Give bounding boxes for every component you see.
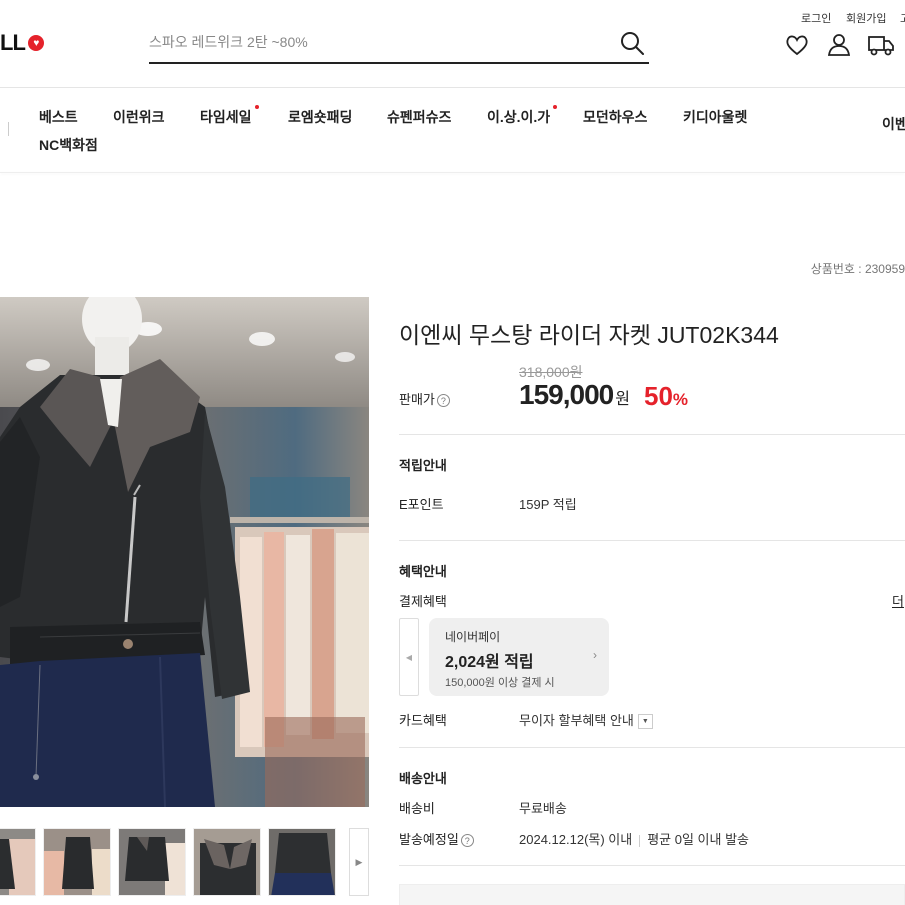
benefit-prev-button[interactable]: ◀: [399, 618, 419, 696]
help-icon[interactable]: ?: [460, 834, 474, 848]
sale-price: 159,000 원: [519, 379, 630, 411]
thumbnail-next-button[interactable]: ▶: [349, 828, 369, 896]
sale-price-value: 159,000: [519, 379, 614, 410]
benefit-section-title: 혜택안내: [399, 564, 447, 579]
header-divider: [0, 87, 905, 88]
thumbnail-image: [0, 829, 35, 895]
price-label-text: 판매가: [399, 392, 435, 407]
gnb-label: 키디아울렛: [683, 109, 748, 125]
gnb-event-link[interactable]: 이벤: [882, 114, 905, 134]
chevron-right-icon: ›: [593, 648, 597, 662]
separator: [639, 834, 641, 847]
gnb-item-eland-week[interactable]: 이런위크: [113, 107, 165, 127]
delivery-fee-value: 무료배송: [519, 801, 567, 816]
thumbnail-image: [194, 829, 260, 895]
gnb-item-kidi-outlet[interactable]: 키디아울렛: [683, 107, 747, 127]
gnb-label: 이.상.이.가: [487, 109, 551, 125]
discount-value: 50: [644, 381, 673, 411]
heart-icon[interactable]: [784, 32, 810, 58]
new-dot: [254, 105, 259, 109]
user-icon[interactable]: [826, 32, 852, 58]
logo-heart-icon: ♥: [27, 35, 44, 51]
card-benefit-value: 무이자 할부혜택 안내: [519, 713, 634, 728]
gnb-divider: [8, 122, 9, 136]
gnb-item-timesale[interactable]: 타임세일: [200, 105, 259, 127]
ship-date-label-text: 발송예정일: [399, 832, 459, 847]
thumbnail-4[interactable]: [193, 828, 261, 896]
ship-date-value: 2024.12.12(목) 이내 평균 0일 이내 발송: [519, 829, 749, 848]
thumbnail-1[interactable]: [0, 828, 36, 896]
help-icon[interactable]: ?: [436, 394, 450, 408]
naverpay-benefit-card[interactable]: 네이버페이 2,024원 적립 150,000원 이상 결제 시 ›: [429, 618, 609, 696]
option-select-box[interactable]: [399, 884, 905, 905]
thumbnail-image: [44, 829, 110, 895]
search-icon[interactable]: [619, 30, 645, 56]
gnb-item-isangiga[interactable]: 이.상.이.가: [487, 105, 558, 127]
login-link[interactable]: 로그인: [801, 10, 831, 26]
gnb-label: 이런위크: [113, 109, 165, 125]
epoint-value-text: 159P 적립: [519, 497, 577, 512]
gnb-bottom-border: [0, 172, 905, 173]
price-unit: 원: [615, 391, 630, 408]
section-divider: [399, 865, 905, 866]
gnb-label: 베스트: [39, 109, 78, 125]
price-label: 판매가?: [399, 389, 450, 408]
delivery-truck-icon[interactable]: [868, 32, 894, 58]
ship-average-text: 평균 0일 이내 발송: [647, 832, 750, 847]
jacket-photo: [0, 297, 369, 807]
site-logo[interactable]: LL ♥: [0, 30, 44, 56]
card-benefit-label: 카드혜택: [399, 713, 447, 728]
gnb-item-roem-padding[interactable]: 로엠숏패딩: [288, 107, 352, 127]
thumbnail-3[interactable]: [118, 828, 186, 896]
signup-link[interactable]: 회원가입: [846, 10, 886, 26]
search-bar: [149, 26, 649, 64]
chevron-down-icon: ▼: [637, 714, 653, 730]
ship-date-text: 2024.12.12(목) 이내: [519, 832, 633, 847]
section-divider: [399, 434, 905, 435]
gnb-label: NC백화점: [39, 137, 98, 153]
gnb-label: 모던하우스: [583, 109, 648, 125]
customer-center-link[interactable]: 고: [900, 10, 905, 26]
gnb-item-best[interactable]: 베스트: [39, 107, 78, 127]
section-divider: [399, 540, 905, 541]
epoint-value: 159P 적립: [519, 494, 577, 513]
logo-text: LL: [0, 30, 26, 55]
gnb-label: 로엠숏패딩: [288, 109, 353, 125]
payment-benefit-label: 결제혜택: [399, 594, 447, 609]
product-main-image[interactable]: [0, 297, 369, 807]
point-section-title: 적립안내: [399, 458, 447, 473]
thumbnail-5[interactable]: [268, 828, 336, 896]
gnb-item-modern-house[interactable]: 모던하우스: [583, 107, 647, 127]
discount-rate: 50%: [644, 381, 688, 412]
discount-unit: %: [672, 390, 689, 409]
section-divider: [399, 747, 905, 748]
benefit-card-condition: 150,000원 이상 결제 시: [445, 677, 555, 689]
gnb-item-nc-department[interactable]: NC백화점: [39, 135, 98, 155]
ship-date-label: 발송예정일?: [399, 829, 474, 848]
delivery-fee-label: 배송비: [399, 801, 435, 816]
delivery-section-title: 배송안내: [399, 771, 447, 786]
benefit-card-amount: 2,024원 적립: [445, 654, 534, 671]
gnb-label: 슈펜퍼슈즈: [387, 109, 452, 125]
epoint-label: E포인트: [399, 497, 444, 512]
product-number: 상품번호 : 230959: [810, 262, 905, 276]
thumbnail-image: [269, 829, 335, 895]
chevron-right-icon: ▶: [355, 856, 363, 867]
search-input[interactable]: [149, 26, 609, 58]
card-benefit-dropdown[interactable]: 무이자 할부혜택 안내 ▼: [519, 710, 653, 730]
chevron-left-icon: ◀: [405, 652, 413, 662]
benefit-card-name: 네이버페이: [445, 630, 501, 644]
new-dot: [553, 105, 558, 109]
gnb-item-shoopen[interactable]: 슈펜퍼슈즈: [387, 107, 451, 127]
thumbnail-image: [119, 829, 185, 895]
benefit-more-link[interactable]: 더: [892, 591, 904, 610]
product-title: 이엔씨 무스탕 라이더 자켓 JUT02K344: [399, 322, 779, 348]
thumbnail-2[interactable]: [43, 828, 111, 896]
gnb-label: 타임세일: [200, 109, 252, 125]
